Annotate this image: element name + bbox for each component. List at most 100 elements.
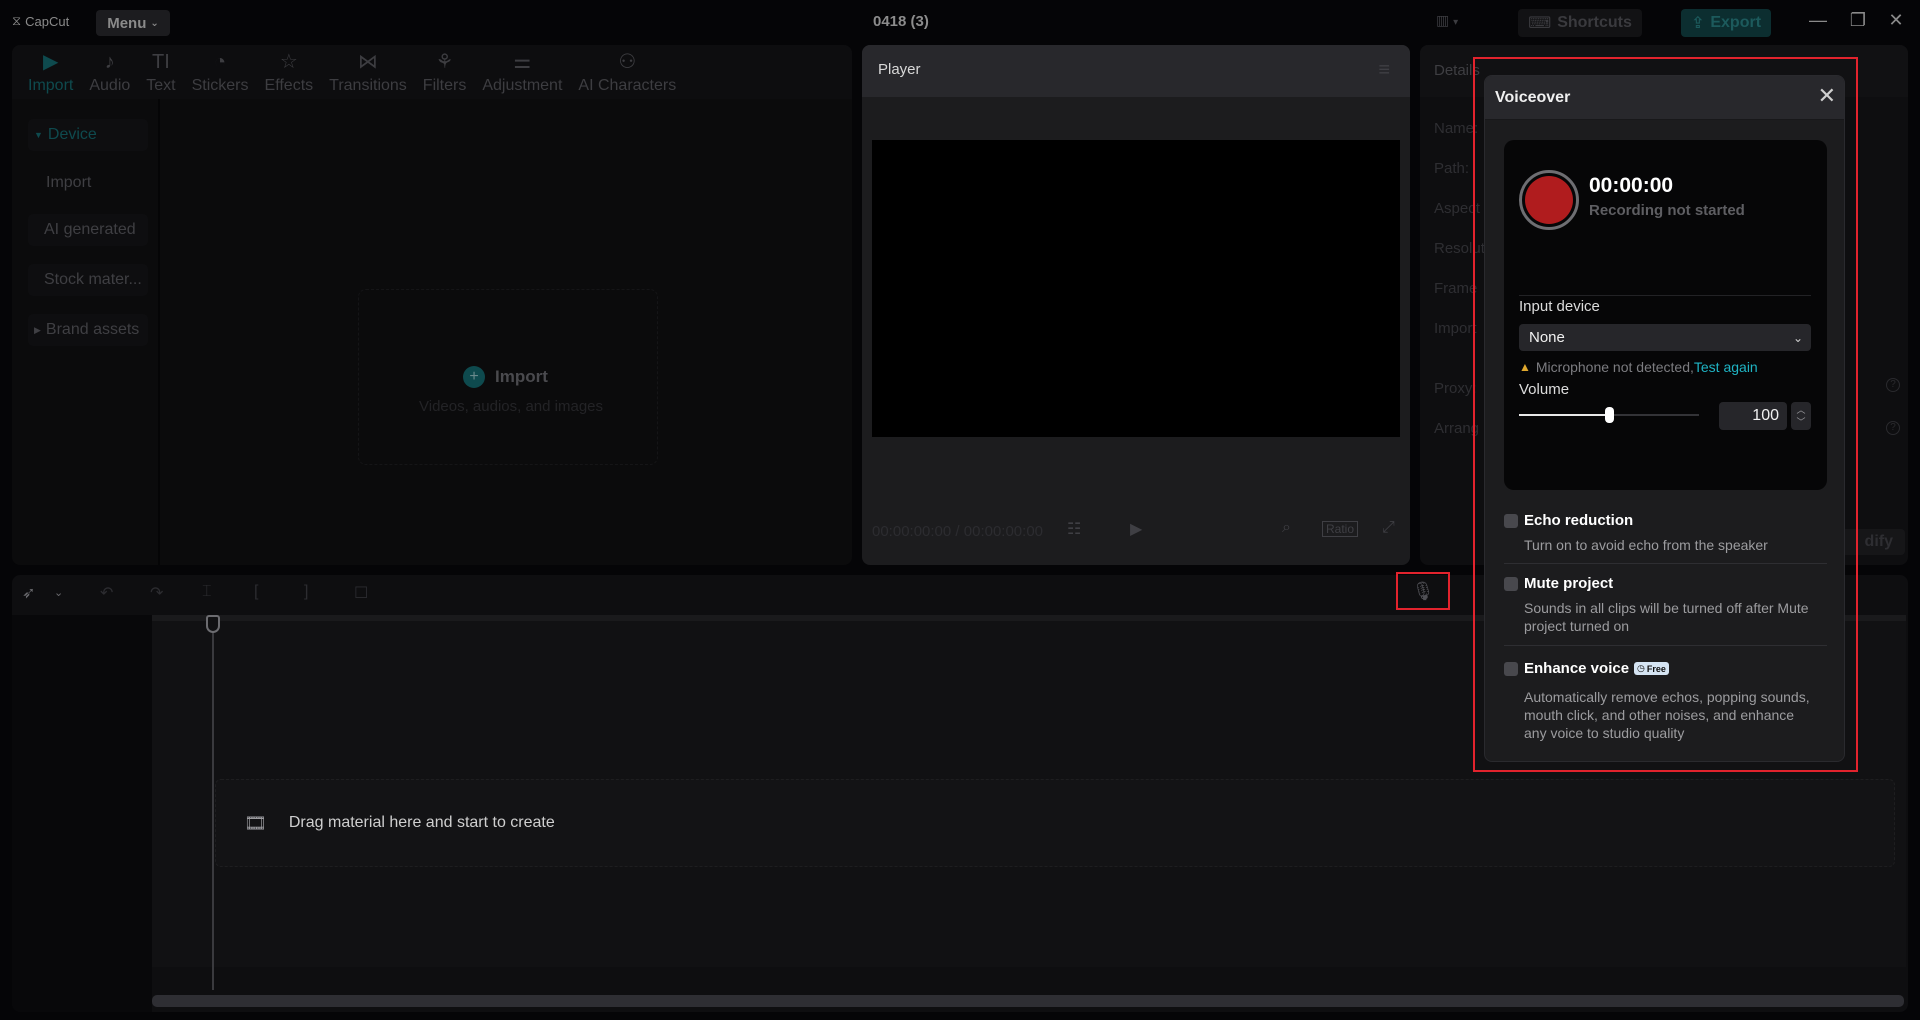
ai-characters-icon: ⚇ (618, 51, 637, 73)
text-icon: TI (152, 51, 170, 73)
close-icon[interactable]: ✕ (1818, 85, 1836, 107)
project-title: 0418 (3) (873, 13, 929, 30)
timeline-scrollbar[interactable] (152, 995, 1904, 1007)
current-time: 00:00:00:00 (872, 523, 952, 540)
sidebar-item-import[interactable]: Import (28, 167, 148, 199)
timeline-drop-zone[interactable]: 🎞 Drag material here and start to create (215, 779, 1895, 867)
plus-icon: + (463, 366, 485, 388)
chevron-down-icon[interactable]: ﹀ (1791, 416, 1811, 428)
mic-warning: ▲ Microphone not detected,Test again (1519, 359, 1758, 375)
tab-label: Import (28, 77, 74, 94)
tab-label: AI Characters (578, 77, 677, 94)
media-tabs: ▶ Import ♪ Audio TI Text ◔ Stickers ☆ Effects… (12, 45, 852, 99)
detail-label-frame-rate: Frame (1434, 280, 1478, 297)
import-icon: ▶ (42, 51, 59, 73)
tab-transitions[interactable]: ⋈ Transitions (321, 45, 415, 99)
option-title-text: Echo reduction (1524, 512, 1634, 529)
split-icon[interactable]: ⌶ (202, 583, 212, 601)
tab-stickers[interactable]: ◔ Stickers (184, 45, 257, 99)
divider (1519, 295, 1811, 296)
tab-ai-characters[interactable]: ⚇ AI Characters (570, 45, 684, 99)
mute-project-checkbox[interactable] (1504, 577, 1518, 591)
tab-effects[interactable]: ☆ Effects (257, 45, 322, 99)
tab-label: Adjustment (482, 77, 563, 94)
redo-icon[interactable]: ↷ (150, 583, 163, 603)
select-cursor-icon[interactable]: ➶ (22, 583, 35, 603)
menu-label: Menu (107, 14, 147, 32)
tab-import[interactable]: ▶ Import (20, 45, 81, 99)
voiceover-dialog: Voiceover ✕ 00:00:00 Recording not start… (1484, 75, 1845, 762)
export-label: Export (1710, 14, 1762, 31)
shortcuts-button[interactable]: ⌨ Shortcuts (1518, 9, 1642, 37)
detail-label-imported: Import (1434, 320, 1477, 337)
sidebar-item-device[interactable]: ▼ Device (28, 119, 148, 151)
chevron-up-icon[interactable]: ︿ (1791, 404, 1811, 416)
chevron-down-icon[interactable]: ⌄ (54, 586, 63, 599)
undo-icon[interactable]: ↶ (100, 583, 113, 603)
title-bar: ⧖ CapCut Menu ⌄ 0418 (3) ▥ ▾ ⌨ Shortcuts… (0, 0, 1920, 44)
tab-label: Effects (264, 77, 314, 94)
waveform-icon[interactable]: ☷ (1067, 519, 1081, 539)
detail-label-proxy: Proxy: (1434, 380, 1477, 397)
warning-icon: ▲ (1519, 360, 1531, 374)
export-button[interactable]: ⇪ Export (1681, 9, 1771, 37)
test-again-link[interactable]: Test again (1694, 359, 1758, 375)
help-icon[interactable]: ? (1886, 421, 1900, 435)
total-time: 00:00:00:00 (963, 523, 1044, 540)
tab-text[interactable]: TI Text (138, 45, 183, 99)
ratio-button[interactable]: Ratio (1322, 521, 1359, 537)
fullscreen-icon[interactable]: ⤢ (1382, 519, 1395, 537)
delete-icon[interactable]: ☐ (354, 583, 368, 603)
split-right-icon[interactable]: ] (304, 583, 308, 601)
option-title: Echo reduction (1524, 512, 1633, 529)
keyboard-icon: ⌨ (1528, 15, 1552, 32)
tab-audio[interactable]: ♪ Audio (81, 45, 138, 99)
enhance-voice-checkbox[interactable] (1504, 662, 1518, 676)
import-dropzone[interactable]: + Import Videos, audios, and images (358, 289, 658, 465)
playhead-line[interactable] (212, 615, 214, 990)
tab-adjustment[interactable]: ⚌ Adjustment (474, 45, 570, 99)
volume-slider-thumb[interactable] (1605, 407, 1614, 423)
recording-card: 00:00:00 Recording not started Input dev… (1504, 140, 1827, 490)
player-timecode: 00:00:00:00 / 00:00:00:00 (872, 523, 1044, 540)
sidebar-item-stock-material[interactable]: Stock mater... (28, 264, 148, 296)
playhead-handle[interactable] (206, 615, 220, 633)
free-badge: ◷ Free (1634, 662, 1669, 675)
tab-label: Text (146, 77, 176, 94)
player-header: Player ≡ (862, 45, 1410, 97)
video-preview (872, 140, 1400, 437)
volume-input[interactable]: 100 (1719, 402, 1787, 430)
voiceover-title: Voiceover (1495, 89, 1571, 106)
echo-reduction-checkbox[interactable] (1504, 514, 1518, 528)
option-desc: Automatically remove echos, popping soun… (1524, 689, 1810, 741)
record-dot-icon (1525, 176, 1573, 224)
minimize-button[interactable]: — (1806, 10, 1830, 31)
restore-button[interactable]: ❐ (1846, 10, 1870, 31)
layout-button[interactable]: ▥ ▾ (1436, 12, 1458, 29)
export-icon: ⇪ (1690, 15, 1705, 32)
record-button[interactable] (1519, 170, 1579, 230)
sidebar-item-brand-assets[interactable]: ▶ Brand assets (28, 314, 148, 346)
sidebar-item-label: Device (47, 126, 97, 143)
play-button[interactable]: ▶ (1130, 519, 1142, 539)
import-title: Import (495, 367, 548, 386)
voiceover-record-button[interactable]: 🎙 (1396, 572, 1450, 610)
zoom-fit-icon[interactable]: ⌕ (1282, 519, 1291, 537)
volume-label: Volume (1519, 381, 1570, 398)
sidebar-item-label: Stock mater... (44, 271, 142, 288)
input-device-select[interactable]: None ⌄ (1519, 324, 1811, 351)
transitions-icon: ⋈ (357, 51, 378, 73)
tab-label: Audio (89, 77, 131, 94)
adjustment-icon: ⚌ (513, 51, 532, 73)
option-title: Mute project (1524, 575, 1613, 592)
hamburger-menu-icon[interactable]: ≡ (1378, 59, 1390, 82)
split-left-icon[interactable]: [ (254, 583, 258, 601)
volume-stepper[interactable]: ︿ ﹀ (1791, 402, 1811, 430)
menu-button[interactable]: Menu ⌄ (96, 10, 170, 36)
sidebar-item-ai-generated[interactable]: AI generated (28, 214, 148, 246)
divider (1504, 645, 1827, 646)
help-icon[interactable]: ? (1886, 378, 1900, 392)
sidebar-item-label: AI generated (44, 221, 136, 238)
close-window-button[interactable]: ✕ (1884, 10, 1908, 31)
tab-filters[interactable]: ⚘ Filters (415, 45, 475, 99)
